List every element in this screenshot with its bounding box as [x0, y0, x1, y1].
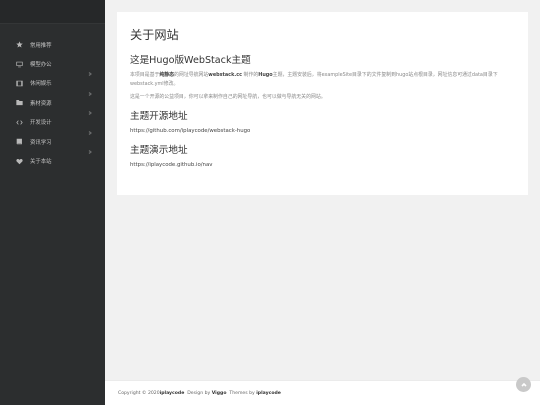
- chevron-right-icon: [88, 61, 92, 77]
- film-icon: [14, 78, 24, 88]
- source-heading: 主题开源地址: [130, 110, 188, 122]
- source-url: https://github.com/iplaycode/webstack-hu…: [130, 127, 251, 134]
- footer-designer-link[interactable]: Viggo: [212, 391, 227, 396]
- chevron-right-icon: [88, 100, 92, 116]
- sidebar-item-label: 素材资源: [30, 100, 52, 107]
- sidebar-item-label: 关于本站: [30, 159, 52, 166]
- footer-design-by: Design by: [184, 390, 212, 396]
- chevron-right-icon: [88, 81, 92, 96]
- book-icon: [14, 137, 24, 147]
- sidebar-item-label: 休闲娱乐: [30, 81, 52, 88]
- demo-url: https://iplaycode.github.io/nav: [130, 161, 213, 168]
- sidebar-item-learning[interactable]: 资讯学习: [0, 132, 105, 154]
- sidebar-item-recommend[interactable]: 常用推荐: [0, 35, 105, 54]
- back-to-top-button[interactable]: [516, 377, 531, 392]
- sidebar-item-dev-design[interactable]: 开发设计: [0, 113, 105, 135]
- sidebar: 常用推荐 模型办公 休闲娱乐 素材资源 开发设计 资讯学习 关于本站: [0, 0, 105, 405]
- sidebar-nav: 常用推荐 模型办公 休闲娱乐 素材资源 开发设计 资讯学习 关于本站: [0, 24, 105, 171]
- page-title: 关于网站: [130, 28, 179, 42]
- intro-paragraph: 本项目是基于纯静态的网址导航网站webstack.cc 制作的Hugo主题，主题…: [130, 72, 498, 88]
- monitor-icon: [14, 59, 24, 69]
- sidebar-item-resources[interactable]: 素材资源: [0, 93, 105, 116]
- heart-icon: [14, 156, 24, 166]
- chevron-right-icon: [88, 120, 92, 135]
- sidebar-item-label: 开发设计: [30, 120, 52, 127]
- main-content: 关于网站 这是Hugo版WebStack主题 本项目是基于纯静态的网址导航网站w…: [105, 0, 540, 405]
- sidebar-item-office[interactable]: 模型办公: [0, 54, 105, 77]
- sidebar-item-about[interactable]: 关于本站: [0, 151, 105, 170]
- sidebar-item-entertainment[interactable]: 休闲娱乐: [0, 74, 105, 96]
- star-icon: [14, 40, 24, 50]
- about-card: 关于网站 这是Hugo版WebStack主题 本项目是基于纯静态的网址导航网站w…: [117, 12, 528, 195]
- footer-owner-link[interactable]: iplaycode: [160, 391, 185, 396]
- footer: Copyright © 2020 iplaycode Design by Vig…: [105, 380, 540, 405]
- demo-heading: 主题演示地址: [130, 144, 188, 156]
- folder-icon: [14, 98, 24, 108]
- webstack-link[interactable]: webstack.cc: [208, 72, 242, 78]
- footer-themes-by: Themes by: [226, 390, 257, 396]
- chevron-right-icon: [88, 139, 92, 154]
- sidebar-item-label: 常用推荐: [30, 42, 52, 49]
- intro-paragraph-2: 这是一个开源的公益项目，你可以拿来制作自己的网址导航，也可以做与导航无关的网站。: [130, 93, 326, 100]
- intro-heading: 这是Hugo版WebStack主题: [130, 55, 251, 66]
- sidebar-logo-area: [0, 0, 105, 24]
- footer-copyright: Copyright © 2020: [118, 390, 160, 396]
- sidebar-item-label: 资讯学习: [30, 139, 52, 146]
- code-icon: [14, 117, 24, 127]
- sidebar-item-label: 模型办公: [30, 62, 52, 69]
- chevron-up-icon: [520, 382, 527, 387]
- footer-theme-author-link[interactable]: iplaycode: [256, 391, 281, 396]
